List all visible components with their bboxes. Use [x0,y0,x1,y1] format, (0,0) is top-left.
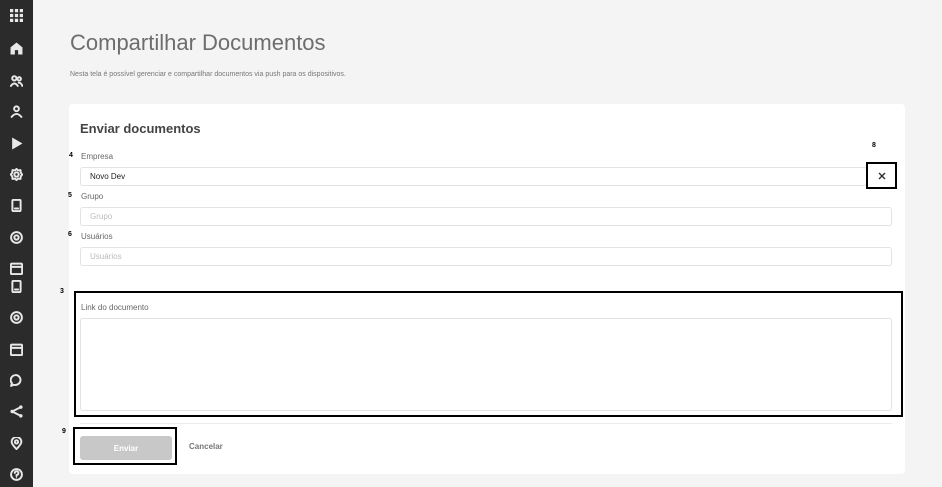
calendar-icon[interactable] [0,258,33,278]
form-card [69,104,905,474]
send-button[interactable]: Enviar [80,436,172,460]
settings-icon[interactable] [0,164,33,184]
help-icon[interactable] [0,464,33,484]
dashboard-icon[interactable] [0,38,33,58]
page-title: Compartilhar Documentos [70,30,326,55]
divider [80,423,892,424]
users-icon[interactable] [0,70,33,90]
chat-icon[interactable] [0,370,33,390]
device-icon[interactable] [0,276,33,296]
share-icon[interactable] [0,401,33,421]
empresa-input[interactable] [80,167,867,186]
marker-6: 6 [68,231,72,238]
cancel-button[interactable]: Cancelar [189,442,223,451]
marker-5: 5 [68,192,72,199]
section-title: Enviar documentos [80,121,201,136]
usuarios-label: Usuários [81,232,113,241]
grupo-input[interactable] [80,207,892,226]
target-icon[interactable] [0,307,33,327]
empresa-label: Empresa [81,152,114,161]
link-textarea[interactable] [80,318,892,411]
play-icon[interactable] [0,133,33,153]
link-label: Link do documento [81,303,149,312]
grupo-label: Grupo [81,192,104,201]
marker-3: 3 [60,288,64,295]
usuarios-input[interactable] [80,247,892,266]
device-icon[interactable] [0,195,33,215]
user-icon[interactable] [0,101,33,121]
marker-9: 9 [62,428,66,435]
target-icon[interactable] [0,227,33,247]
sidebar [0,0,33,487]
location-icon[interactable] [0,433,33,453]
marker-8: 8 [872,142,876,149]
apps-grid-icon[interactable] [0,5,33,25]
page-description: Nesta tela é possível gerenciar e compar… [70,71,346,78]
close-icon [878,172,885,179]
clear-empresa-button[interactable] [866,162,897,189]
calendar-icon[interactable] [0,339,33,359]
marker-4: 4 [69,152,73,159]
